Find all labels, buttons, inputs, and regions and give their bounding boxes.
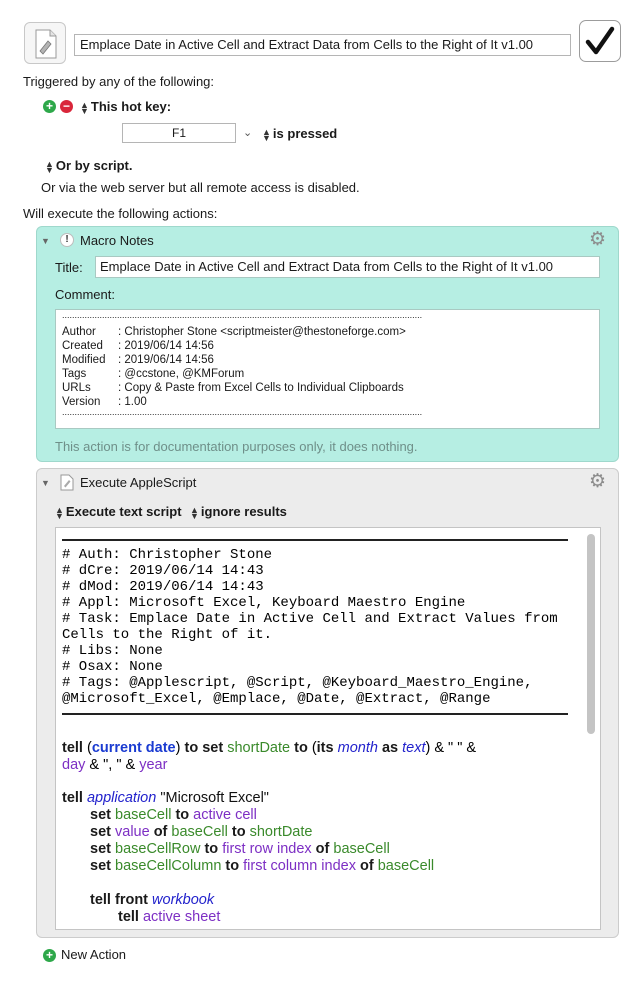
new-action-icon[interactable]: + xyxy=(43,949,56,962)
vertical-scrollbar[interactable] xyxy=(587,534,595,734)
hotkey-condition-label: is pressed xyxy=(272,126,338,141)
comment-row: Created: 2019/06/14 14:56 xyxy=(62,340,214,352)
disclosure-triangle-icon[interactable]: ▼ xyxy=(41,236,50,246)
code-comment-line: # Libs: None xyxy=(62,643,163,659)
code-comment-line: # Tags: @Applescript, @Script, @Keyboard… xyxy=(62,675,533,691)
notes-footer: This action is for documentation purpose… xyxy=(55,439,418,454)
gear-icon[interactable]: ⚙ xyxy=(589,472,606,491)
macro-icon[interactable] xyxy=(24,22,66,64)
updown-arrows-icon: ▲ ▼ xyxy=(45,158,54,175)
notes-comment-field[interactable]: ........................................… xyxy=(55,309,600,429)
code-comment-line: Cells to the Right of it. xyxy=(62,627,273,643)
script-trigger-label: Or by script. xyxy=(55,158,133,173)
disclosure-triangle-icon[interactable]: ▼ xyxy=(41,478,50,488)
code-comment-line: # Task: Emplace Date in Active Cell and … xyxy=(62,611,558,627)
hotkey-trigger-label: This hot key: xyxy=(90,99,172,114)
checkmark-icon xyxy=(585,26,615,55)
macro-enabled-checkbox[interactable] xyxy=(579,20,621,62)
code-line: tell (current date) to set shortDate to … xyxy=(62,740,477,756)
remove-trigger-button[interactable]: − xyxy=(60,100,73,113)
code-comment-line: # Auth: Christopher Stone xyxy=(62,547,273,563)
updown-arrows-icon: ▲ ▼ xyxy=(190,504,199,521)
comment-row: Modified: 2019/06/14 14:56 xyxy=(62,354,214,366)
applescript-icon xyxy=(60,474,74,494)
script-mode-label: Execute text script xyxy=(65,504,182,519)
script-file-icon xyxy=(35,29,57,59)
script-trigger-popup[interactable]: ▲ ▼ Or by script. xyxy=(45,158,133,174)
script-results-label: ignore results xyxy=(200,504,287,519)
comment-rule: ........................................… xyxy=(62,407,423,417)
code-line: set baseCellColumn to first column index… xyxy=(90,858,435,874)
hotkey-field[interactable]: F1 xyxy=(122,123,236,143)
web-server-note: Or via the web server but all remote acc… xyxy=(41,180,360,195)
script-action-title: Execute AppleScript xyxy=(80,475,197,490)
code-comment-line: # Appl: Microsoft Excel, Keyboard Maestr… xyxy=(62,595,466,611)
updown-arrows-icon: ▲ ▼ xyxy=(55,504,64,521)
comment-divider xyxy=(62,539,568,541)
code-line: set value of baseCell to shortDate xyxy=(90,824,313,840)
code-line: set baseCell to active cell xyxy=(90,807,257,823)
code-line: set baseCellRow to first row index of ba… xyxy=(90,841,390,857)
comment-label: Comment: xyxy=(55,287,115,302)
updown-arrows-icon: ▲ ▼ xyxy=(262,126,271,143)
code-comment-line: # dCre: 2019/06/14 14:43 xyxy=(62,563,264,579)
title-label: Title: xyxy=(55,260,83,275)
comment-rule: ........................................… xyxy=(62,310,423,320)
code-comment-line: # Osax: None xyxy=(62,659,163,675)
code-comment-line: @Microsoft_Excel, @Emplace, @Date, @Extr… xyxy=(62,691,491,707)
macro-name-field[interactable]: Emplace Date in Active Cell and Extract … xyxy=(74,34,571,56)
code-line: tell front workbook xyxy=(90,892,215,908)
chevron-down-icon[interactable]: ⌄ xyxy=(243,126,252,139)
comment-divider xyxy=(62,713,568,715)
triggers-heading: Triggered by any of the following: xyxy=(23,74,215,89)
comment-row: Tags: @ccstone, @KMForum xyxy=(62,368,245,380)
add-trigger-button[interactable]: + xyxy=(43,100,56,113)
code-line: day & ", " & year xyxy=(62,757,168,773)
updown-arrows-icon: ▲ ▼ xyxy=(80,99,89,116)
gear-icon[interactable]: ⚙ xyxy=(589,230,606,249)
script-editor[interactable]: # Auth: Christopher Stone # dCre: 2019/0… xyxy=(55,527,601,930)
hotkey-trigger-type-popup[interactable]: ▲ ▼ This hot key: xyxy=(80,99,171,115)
code-line: tell active sheet xyxy=(118,909,221,925)
new-action-button[interactable]: New Action xyxy=(61,947,126,963)
notes-action-title: Macro Notes xyxy=(80,233,154,248)
comment-row: URLs: Copy & Paste from Excel Cells to I… xyxy=(62,382,404,394)
hotkey-condition-popup[interactable]: ▲ ▼ is pressed xyxy=(262,126,337,142)
notes-icon: ! xyxy=(60,233,74,247)
code-line: tell application "Microsoft Excel" xyxy=(62,790,269,806)
notes-title-field[interactable]: Emplace Date in Active Cell and Extract … xyxy=(95,256,600,278)
actions-heading: Will execute the following actions: xyxy=(23,206,218,221)
script-mode-popup[interactable]: ▲ ▼ Execute text script xyxy=(55,504,182,520)
comment-row: Author: Christopher Stone <scriptmeister… xyxy=(62,326,406,338)
script-results-popup[interactable]: ▲ ▼ ignore results xyxy=(190,504,287,520)
code-comment-line: # dMod: 2019/06/14 14:43 xyxy=(62,579,264,595)
